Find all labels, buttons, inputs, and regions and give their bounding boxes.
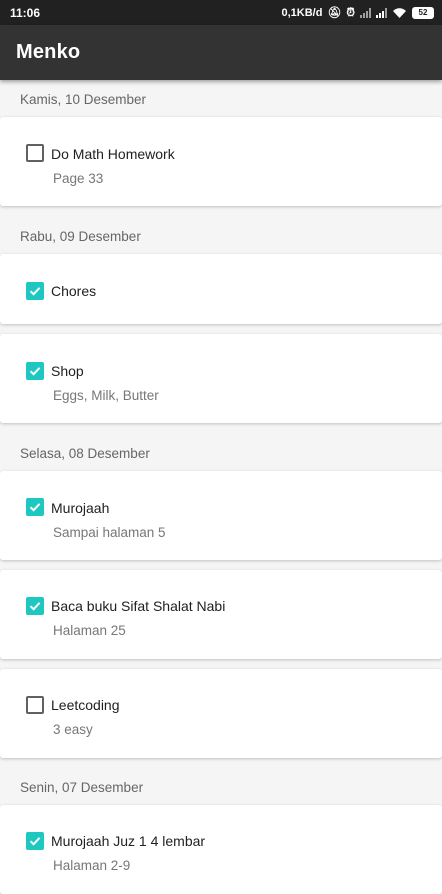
- task-checkbox[interactable]: [26, 832, 44, 850]
- bell-muted-icon: 🔕︎: [327, 6, 342, 19]
- task-note: Eggs, Milk, Butter: [53, 388, 159, 403]
- app-bar: Menko: [0, 25, 442, 80]
- date-header-label: Selasa, 08 Desember: [20, 446, 150, 461]
- task-card[interactable]: Do Math Homework Page 33: [0, 117, 442, 206]
- task-title: Murojaah: [51, 500, 110, 516]
- task-checkbox[interactable]: [26, 362, 44, 380]
- task-title: Chores: [51, 283, 97, 299]
- date-header-label: Senin, 07 Desember: [20, 780, 144, 795]
- task-title: Murojaah Juz 1 4 lembar: [51, 833, 206, 849]
- status-bar: 11:06 0,1KB/d 🔕︎ ⏰︎ 52: [0, 0, 442, 25]
- checkmark-icon: [29, 837, 41, 846]
- task-note: Page 33: [53, 171, 104, 186]
- task-checkbox[interactable]: [26, 498, 44, 516]
- task-card[interactable]: Chores: [0, 254, 442, 324]
- task-card[interactable]: Leetcoding 3 easy: [0, 669, 442, 758]
- network-speed: 0,1KB/d: [281, 6, 323, 19]
- checkmark-icon: [29, 287, 41, 296]
- signal-sim1-icon: [360, 7, 371, 18]
- date-header: Senin, 07 Desember: [0, 768, 442, 804]
- task-title: Leetcoding: [51, 697, 120, 713]
- date-header-label: Rabu, 09 Desember: [20, 229, 141, 244]
- task-card[interactable]: Murojaah Juz 1 4 lembar Halaman 2-9: [0, 805, 442, 894]
- date-header-label: Kamis, 10 Desember: [20, 92, 147, 107]
- task-note: 3 easy: [53, 722, 93, 737]
- alarm-icon: ⏰︎: [346, 6, 355, 19]
- task-card[interactable]: Murojaah Sampai halaman 5: [0, 471, 442, 560]
- checkmark-icon: [29, 367, 41, 376]
- task-checkbox[interactable]: [26, 282, 44, 300]
- task-checkbox[interactable]: [26, 597, 44, 615]
- task-checkbox[interactable]: [26, 144, 44, 162]
- task-title: Do Math Homework: [51, 146, 175, 162]
- task-title: Baca buku Sifat Shalat Nabi: [51, 598, 226, 614]
- status-time: 11:06: [10, 6, 41, 20]
- date-header: Kamis, 10 Desember: [0, 80, 442, 116]
- battery-icon: 52: [412, 6, 434, 19]
- status-icons: 0,1KB/d 🔕︎ ⏰︎ 52: [281, 4, 434, 21]
- checkmark-icon: [29, 602, 41, 611]
- task-note: Halaman 2-9: [53, 858, 131, 873]
- task-card[interactable]: Baca buku Sifat Shalat Nabi Halaman 25: [0, 570, 442, 659]
- checkmark-icon: [29, 503, 41, 512]
- signal-4g-icon: [376, 7, 387, 18]
- app-title: Menko: [16, 41, 81, 63]
- wifi-icon: [393, 7, 406, 18]
- task-title: Shop: [51, 363, 84, 379]
- date-header: Selasa, 08 Desember: [0, 434, 442, 470]
- task-checkbox[interactable]: [26, 696, 44, 714]
- date-header: Rabu, 09 Desember: [0, 217, 442, 253]
- task-note: Sampai halaman 5: [53, 525, 166, 540]
- task-card[interactable]: Shop Eggs, Milk, Butter: [0, 334, 442, 423]
- task-note: Halaman 25: [53, 623, 126, 638]
